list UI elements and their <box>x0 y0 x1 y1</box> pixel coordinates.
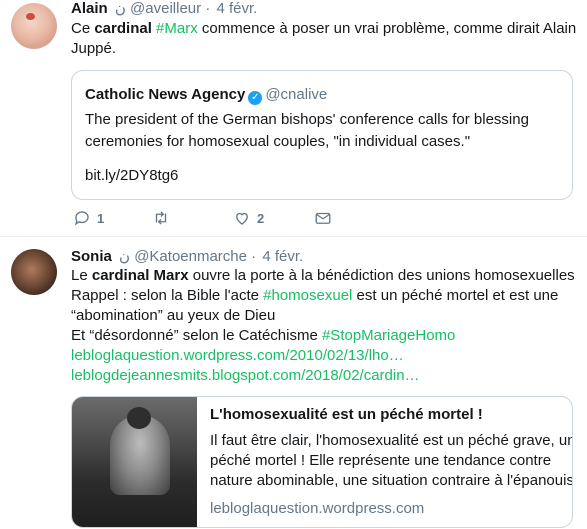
display-name[interactable]: Alain <box>71 0 108 17</box>
card-domain: lebloglaquestion.wordpress.com <box>210 500 425 517</box>
avatar[interactable] <box>11 3 57 49</box>
retweet-icon <box>155 211 167 225</box>
separator-dot: · <box>251 248 257 265</box>
like-button[interactable]: 2 <box>233 206 264 230</box>
retweet-button[interactable] <box>152 206 176 230</box>
url-link[interactable]: leblogdejeannesmits.blogspot.com/2018/02… <box>71 366 571 386</box>
text-line: “abomination” au yeux de Dieu <box>71 307 276 324</box>
card-title: L'homosexualité est un péché mortel ! <box>210 406 483 423</box>
card-description-line: nature abominable, une situation contrai… <box>210 472 573 489</box>
avatar-image <box>26 13 35 20</box>
hashtag-link[interactable]: #homosexuel <box>263 287 352 304</box>
quoted-tweet-header: Catholic News Agency ✓ @cnalive <box>85 86 327 105</box>
card-image-head <box>127 407 151 429</box>
like-count: 2 <box>257 210 265 226</box>
heart-icon <box>236 212 248 225</box>
quoted-tweet-link[interactable]: bit.ly/2DY8tg6 <box>85 166 178 186</box>
card-description-line: Il faut être clair, l'homosexualité est … <box>210 432 573 449</box>
tweet-text: Le cardinal Marx ouvre la porte à la bén… <box>71 266 575 386</box>
hashtag-link[interactable]: #Marx <box>156 20 198 37</box>
tweet-header: Alain ن @aveilleur · 4 févr. <box>71 0 257 19</box>
card-thumbnail <box>72 397 197 527</box>
hashtag-link[interactable]: #StopMariageHomo <box>322 327 455 344</box>
text-segment: Ce <box>71 20 95 37</box>
quoted-tweet-text: The president of the German bishops' con… <box>85 111 529 150</box>
bold-text: cardinal <box>94 20 152 37</box>
display-name[interactable]: Sonia <box>71 248 112 265</box>
reply-button[interactable]: 1 <box>73 206 104 230</box>
verified-badge-icon: ✓ <box>248 91 263 105</box>
quoted-display-name: Catholic News Agency <box>85 86 246 103</box>
text-segment: est un péché mortel et est une <box>352 287 559 304</box>
tweet-actions: 1 2 <box>71 206 371 230</box>
tweet[interactable]: Sonia ن @Katoenmarche · 4 févr. Le cardi… <box>0 238 587 529</box>
text-segment: commence à poser un vrai problème, comme… <box>197 20 577 37</box>
user-handle[interactable]: ن @aveilleur <box>115 0 201 17</box>
tweet[interactable]: Alain ن @aveilleur · 4 févr. Ce cardinal… <box>0 0 587 237</box>
card-description-line: péché mortel ! Elle représente une tenda… <box>210 452 552 469</box>
avatar[interactable] <box>11 249 57 295</box>
link-preview-card[interactable]: L'homosexualité est un péché mortel ! Il… <box>71 396 573 528</box>
text-segment: ouvre la porte à la bénédiction des unio… <box>188 267 575 284</box>
card-description: Il faut être clair, l'homosexualité est … <box>210 431 573 491</box>
envelope-icon <box>315 212 331 224</box>
tweet-header: Sonia ن @Katoenmarche · 4 févr. <box>71 247 303 267</box>
reply-icon <box>74 211 89 226</box>
direct-message-button[interactable] <box>314 206 332 230</box>
bold-text: cardinal Marx <box>91 267 189 284</box>
separator-dot: · <box>205 0 211 17</box>
text-segment: Rappel : selon la Bible l'acte <box>71 287 264 304</box>
quoted-user-handle: @cnalive <box>265 86 328 103</box>
user-handle[interactable]: ن @Katoenmarche <box>119 248 247 265</box>
text-segment: Le <box>71 267 92 284</box>
text-line: Juppé. <box>71 40 117 57</box>
url-link[interactable]: lebloglaquestion.wordpress.com/2010/02/1… <box>71 346 571 366</box>
text-segment: Et “désordonné” selon le Catéchisme <box>71 327 322 344</box>
tweet-date[interactable]: 4 févr. <box>216 0 257 17</box>
tweet-date[interactable]: 4 févr. <box>262 248 303 265</box>
card-content: L'homosexualité est un péché mortel ! Il… <box>210 405 573 519</box>
reply-count: 1 <box>97 210 105 226</box>
quoted-tweet[interactable]: Catholic News Agency ✓ @cnalive The presid… <box>71 70 573 200</box>
tweet-text: Ce cardinal #Marx commence à poser un vr… <box>71 19 576 59</box>
